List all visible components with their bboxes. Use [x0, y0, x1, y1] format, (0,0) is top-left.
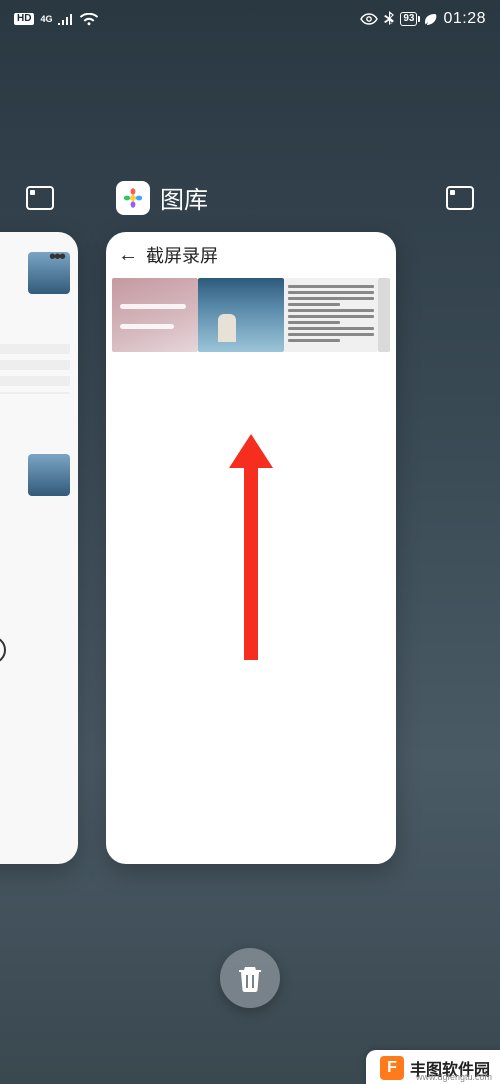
watermark-logo: F	[380, 1056, 404, 1080]
chat-toolbar: ☺ +	[0, 636, 6, 664]
thumbnail-row	[106, 278, 396, 352]
wifi-icon	[80, 13, 98, 26]
screenshot-thumb[interactable]	[112, 278, 198, 352]
album-title: 截屏录屏	[146, 242, 218, 268]
network-type: 4G	[40, 15, 52, 24]
chat-lines-placeholder	[0, 344, 70, 394]
status-bar: HD 4G 93 01:28	[0, 0, 500, 38]
bluetooth-icon	[384, 11, 394, 27]
prev-app-window-icon[interactable]	[26, 186, 54, 210]
card-header-row: 图库	[0, 180, 500, 224]
screenshot-thumb[interactable]	[378, 278, 390, 352]
clear-all-button[interactable]	[220, 948, 280, 1008]
app-card-prev[interactable]: ••• ☺ + 位置 文件	[0, 232, 78, 864]
clock: 01:28	[443, 10, 486, 28]
battery-percent: 93	[403, 14, 414, 24]
hd-badge: HD	[14, 13, 34, 25]
screenshot-thumb[interactable]	[198, 278, 284, 352]
attach-icon[interactable]: +	[0, 636, 6, 664]
signal-icon	[58, 13, 74, 25]
status-left: HD 4G	[14, 13, 98, 26]
app-title: 图库	[160, 180, 208, 215]
back-icon[interactable]: ←	[118, 245, 138, 265]
more-icon: •••	[49, 246, 64, 269]
chat-image-thumb	[28, 454, 70, 496]
eye-comfort-icon	[360, 13, 378, 25]
next-app-window-icon[interactable]	[446, 186, 474, 210]
screenshot-thumb[interactable]	[284, 278, 378, 352]
swipe-up-arrow-annotation	[244, 460, 258, 660]
current-app-header[interactable]: 图库	[116, 180, 208, 215]
watermark: F 丰图软件园 www.dgfengtu.com	[366, 1050, 500, 1084]
album-header: ← 截屏录屏	[106, 232, 396, 278]
status-right: 93 01:28	[360, 10, 486, 28]
power-save-icon	[423, 12, 437, 26]
watermark-url: www.dgfengtu.com	[416, 1072, 492, 1082]
battery-indicator: 93	[400, 12, 417, 26]
app-card-gallery[interactable]: ← 截屏录屏	[106, 232, 396, 864]
recents-area: 图库 ••• ☺ + 位置 文件 ←	[0, 180, 500, 914]
trash-icon	[237, 964, 263, 992]
gallery-icon	[116, 181, 150, 215]
